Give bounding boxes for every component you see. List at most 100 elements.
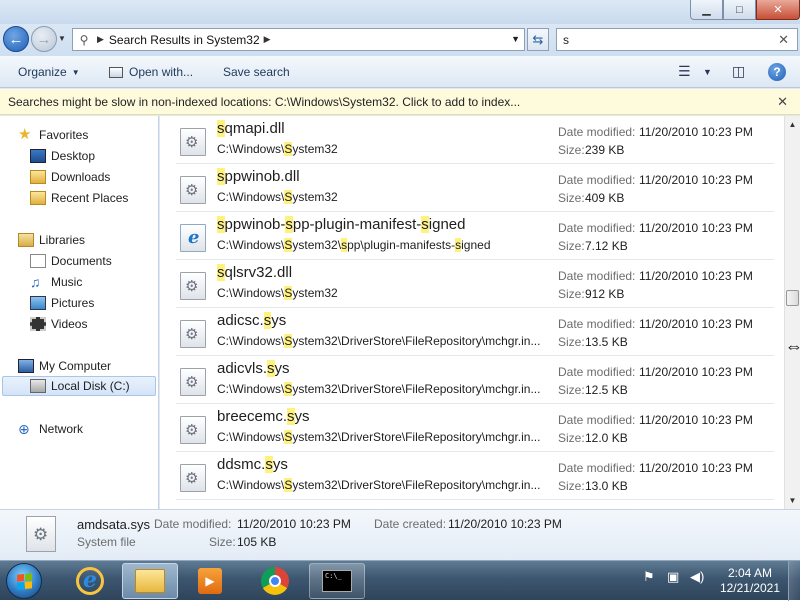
view-options-dropdown-icon[interactable]: ▼ (703, 67, 712, 77)
result-row[interactable]: breecemc.sys C:\Windows\System32\DriverSt… (176, 404, 774, 452)
taskbar: e ▶ C:\_ ⚑ ▣ ◀) 2:04 AM 12/21/2021 (0, 560, 800, 601)
nav-pictures[interactable]: Pictures (30, 293, 94, 313)
result-row[interactable]: sqlsrv32.dll C:\Windows\System32 Date modi… (176, 260, 774, 308)
index-info-bar[interactable]: Searches might be slow in non-indexed lo… (0, 89, 800, 115)
size-label: Size: (558, 191, 585, 205)
nav-local-disk-label: Local Disk (C:) (51, 379, 130, 393)
save-search-label: Save search (223, 65, 290, 79)
date-modified-label: Date modified: (558, 125, 636, 139)
nav-network[interactable]: ⊕ Network (18, 419, 83, 439)
details-size-label: Size: (209, 535, 236, 549)
details-date-modified-label: Date modified: (154, 517, 232, 531)
recent-pages-dropdown-icon[interactable]: ▼ (58, 34, 66, 43)
nav-videos[interactable]: Videos (30, 314, 87, 334)
size-value: 13.5 KB (585, 335, 628, 349)
search-input[interactable]: s ✕ (556, 28, 798, 51)
result-row[interactable]: sqmapi.dll C:\Windows\System32 Date modifi… (176, 116, 774, 164)
volume-icon[interactable]: ◀) (690, 569, 704, 585)
desktop-icon (30, 149, 46, 163)
dll-gear-icon (180, 272, 206, 300)
nav-libraries[interactable]: Libraries (18, 230, 85, 250)
sys-gear-icon (180, 416, 206, 444)
result-row[interactable]: adicvls.sys C:\Windows\System32\DriverSto… (176, 356, 774, 404)
chrome-icon (261, 567, 289, 595)
change-view-icon[interactable]: ☰ (678, 63, 691, 80)
taskbar-command-prompt[interactable]: C:\_ (309, 563, 365, 599)
scroll-down-icon[interactable]: ▼ (785, 493, 800, 508)
show-desktop-button[interactable] (788, 561, 800, 601)
close-button[interactable]: ✕ (756, 0, 800, 20)
result-file-path: C:\Windows\System32 (217, 142, 338, 156)
help-button[interactable]: ? (768, 63, 786, 81)
taskbar-windows-explorer[interactable] (122, 563, 178, 599)
libraries-icon (18, 233, 34, 247)
open-with-button[interactable]: Open with... (109, 65, 193, 79)
system-clock[interactable]: 2:04 AM 12/21/2021 (720, 566, 780, 596)
nav-my-computer[interactable]: My Computer (18, 356, 111, 376)
vertical-scrollbar[interactable]: ▲ ▼ (784, 116, 800, 509)
result-row[interactable]: sppwinob.dll C:\Windows\System32 Date modi… (176, 164, 774, 212)
size-value: 12.0 KB (585, 431, 628, 445)
clear-search-icon[interactable]: ✕ (778, 32, 789, 48)
action-center-flag-icon[interactable]: ⚑ (643, 569, 655, 585)
size-value: 409 KB (585, 191, 625, 205)
nav-downloads[interactable]: Downloads (30, 167, 110, 187)
size-value: 13.0 KB (585, 479, 628, 493)
forward-button[interactable]: → (31, 26, 57, 52)
ie-icon (180, 224, 206, 252)
taskbar-internet-explorer[interactable]: e (62, 563, 118, 599)
nav-music[interactable]: ♫ Music (30, 272, 82, 292)
nav-local-disk[interactable]: Local Disk (C:) (2, 376, 156, 396)
result-file-path: C:\Windows\System32 (217, 286, 338, 300)
details-date-modified: 11/20/2010 10:23 PM (237, 517, 351, 531)
recent-places-icon (30, 191, 46, 205)
start-button[interactable] (6, 563, 42, 599)
result-row[interactable]: sppwinob-spp-plugin-manifest-signed C:\Wi… (176, 212, 774, 260)
result-file-name: breecemc.sys (217, 408, 310, 425)
date-modified-value: 11/20/2010 10:23 PM (639, 413, 753, 427)
music-icon: ♫ (30, 274, 41, 290)
organize-menu[interactable]: Organize ▼ (18, 65, 80, 79)
explorer-window: ▁ □ ✕ ← → ▼ ⚲ ▶ Search Results in System… (0, 0, 800, 560)
date-modified-value: 11/20/2010 10:23 PM (639, 125, 753, 139)
address-bar[interactable]: ⚲ ▶ Search Results in System32 ▶ ▼ (72, 28, 525, 51)
breadcrumb-separator-icon[interactable]: ▶ (97, 34, 104, 45)
refresh-button[interactable]: ⇆ (527, 28, 549, 51)
save-search-button[interactable]: Save search (223, 65, 290, 79)
result-row[interactable]: ddsmc.sys C:\Windows\System32\DriverStore… (176, 452, 774, 500)
title-bar[interactable]: ▁ □ ✕ (0, 0, 800, 24)
sys-gear-icon (180, 320, 206, 348)
date-modified-value: 11/20/2010 10:23 PM (639, 365, 753, 379)
internet-explorer-icon: e (76, 567, 104, 595)
maximize-button[interactable]: □ (723, 0, 756, 20)
address-row: ← → ▼ ⚲ ▶ Search Results in System32 ▶ ▼… (0, 24, 800, 56)
taskbar-media-player[interactable]: ▶ (182, 563, 238, 599)
close-info-bar-icon[interactable]: ✕ (777, 89, 788, 115)
network-tray-icon[interactable]: ▣ (667, 569, 679, 585)
nav-desktop-label: Desktop (51, 149, 96, 163)
breadcrumb-chevron-icon[interactable]: ▶ (264, 34, 271, 45)
pictures-icon (30, 296, 46, 310)
scroll-thumb[interactable] (786, 290, 799, 306)
nav-desktop[interactable]: Desktop (30, 146, 95, 166)
taskbar-chrome[interactable] (247, 563, 303, 599)
chevron-down-icon: ▼ (71, 67, 80, 77)
back-button[interactable]: ← (3, 26, 29, 52)
network-icon: ⊕ (18, 421, 30, 437)
breadcrumb-search-results[interactable]: Search Results in System32 (109, 33, 260, 47)
minimize-button[interactable]: ▁ (690, 0, 723, 20)
scroll-up-icon[interactable]: ▲ (785, 117, 800, 132)
result-row[interactable]: adicsc.sys C:\Windows\System32\DriverStor… (176, 308, 774, 356)
nav-recent-places[interactable]: Recent Places (30, 188, 128, 208)
preview-pane-icon[interactable]: ◫ (732, 63, 745, 80)
result-file-path: C:\Windows\System32\spp\plugin-manifests… (217, 238, 491, 252)
nav-favorites[interactable]: ★ Favorites (18, 125, 88, 145)
address-dropdown-icon[interactable]: ▼ (511, 34, 520, 44)
date-modified-value: 11/20/2010 10:23 PM (639, 173, 753, 187)
nav-documents[interactable]: Documents (30, 251, 112, 271)
downloads-folder-icon (30, 170, 46, 184)
organize-label: Organize (18, 65, 67, 79)
result-file-path: C:\Windows\System32\DriverStore\FileRepo… (217, 382, 541, 396)
date-modified-label: Date modified: (558, 317, 636, 331)
result-file-path: C:\Windows\System32\DriverStore\FileRepo… (217, 430, 541, 444)
